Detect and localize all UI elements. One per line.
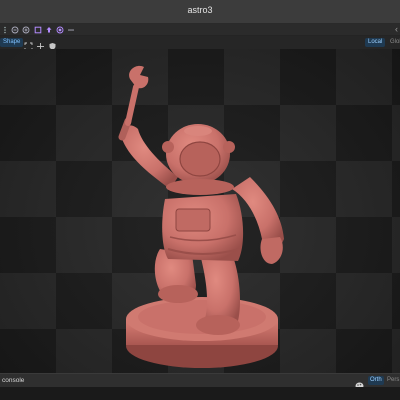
bottom-edge [0, 387, 400, 400]
local-space-button[interactable]: Local [365, 38, 386, 47]
title-bar: astro3 [0, 0, 400, 24]
global-space-button[interactable]: Glob [387, 38, 400, 47]
3d-viewport[interactable] [0, 49, 400, 373]
menu-dots-icon[interactable] [0, 25, 10, 35]
zoom-in-icon[interactable] [21, 25, 31, 35]
window-title: astro3 [187, 5, 213, 15]
shield-icon[interactable] [48, 38, 57, 50]
record-icon[interactable] [55, 25, 65, 35]
status-bar: console Orth Pers [0, 373, 400, 390]
share-icon[interactable]: ‹ [395, 24, 398, 34]
toolbar: ‹ [0, 24, 400, 36]
more-icon[interactable] [66, 25, 76, 35]
frame-icon[interactable] [33, 25, 43, 35]
orthographic-toggle[interactable]: Orth [368, 376, 384, 385]
move-icon[interactable] [36, 38, 45, 50]
shape-button[interactable]: Shape [0, 38, 24, 47]
upload-icon[interactable] [44, 25, 54, 35]
astronaut-figurine-model[interactable] [0, 49, 400, 373]
palette-icon[interactable] [355, 377, 364, 390]
console-toggle[interactable]: console [2, 377, 24, 384]
fit-icon[interactable] [24, 38, 33, 51]
secondary-toolbar: Shape Local Glob [0, 36, 400, 51]
zoom-out-icon[interactable] [10, 25, 20, 35]
perspective-toggle[interactable]: Pers [387, 377, 399, 383]
